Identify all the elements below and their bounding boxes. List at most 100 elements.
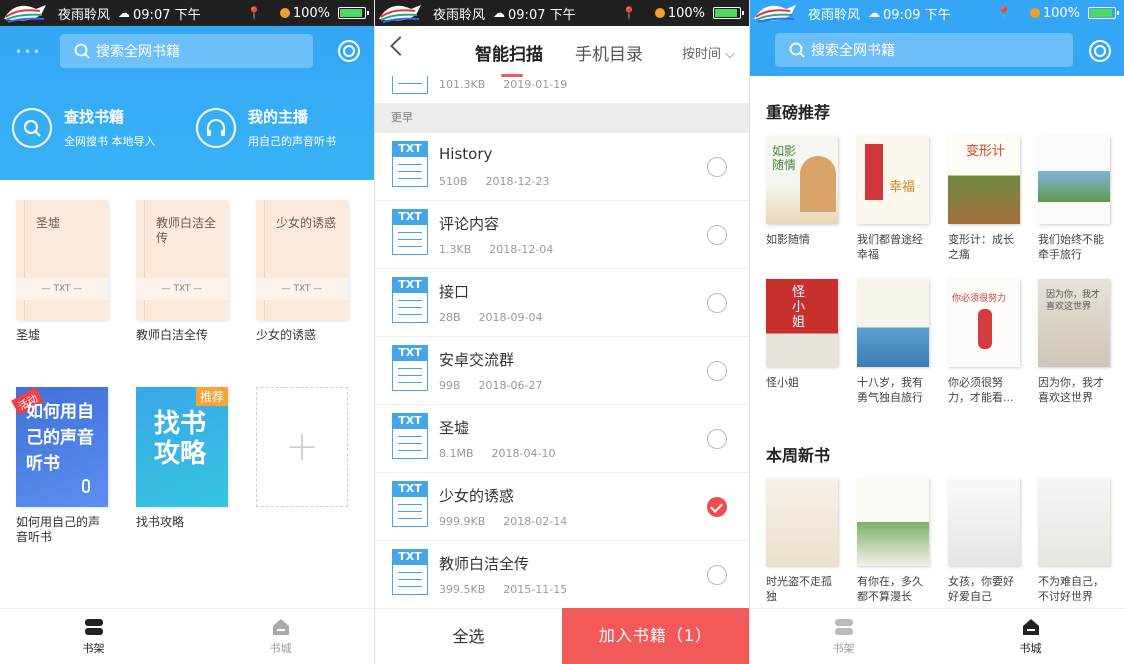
file-name: 圣墟 bbox=[439, 419, 470, 437]
txt-file-icon: TXT bbox=[392, 277, 428, 323]
book-cover bbox=[857, 279, 929, 367]
battery-percent: 100% bbox=[667, 5, 705, 21]
file-name: 教师白洁全传 bbox=[439, 555, 530, 573]
search-books-icon bbox=[12, 107, 52, 148]
file-date: 2018-04-10 bbox=[491, 447, 556, 460]
shelf-book[interactable]: 教师白洁全传 — TXT — 教师白洁全传 bbox=[136, 200, 228, 343]
cover-text: 你必须很努力 bbox=[952, 294, 1007, 304]
file-type-tag: TXT bbox=[392, 209, 428, 225]
select-all-button[interactable]: 全选 bbox=[375, 608, 562, 664]
file-size: 510B bbox=[439, 175, 468, 188]
store-book[interactable]: 有你在，多久都不算漫长 bbox=[857, 478, 929, 604]
add-to-books-button[interactable]: 加入书籍（1） bbox=[562, 608, 749, 664]
store-book[interactable]: 你必须很努力 你必须很努力，才能看... bbox=[948, 279, 1020, 405]
file-meta: 101.3KB 2019-01-19 bbox=[439, 78, 585, 91]
tab-bookstore[interactable]: 书城 bbox=[937, 609, 1124, 664]
file-size: 8.1MB bbox=[439, 447, 474, 460]
select-checkbox[interactable] bbox=[707, 225, 727, 245]
file-date: 2018-12-23 bbox=[485, 175, 550, 188]
book-name: 找书攻略 bbox=[136, 515, 185, 529]
book-cover: 因为你，我才喜欢这世界 bbox=[1038, 279, 1110, 367]
promo-book[interactable]: 推荐 找书攻略 找书攻略 bbox=[136, 387, 228, 530]
txt-file-icon: TXT bbox=[392, 209, 428, 255]
file-meta: 99B 2018-06-27 bbox=[439, 379, 560, 392]
file-row[interactable]: TXT 教师白洁全传 399.5KB 2015-11-15 bbox=[375, 541, 749, 609]
file-row[interactable]: TXT 圣墟 8.1MB 2018-04-10 bbox=[375, 405, 749, 473]
store-book[interactable]: 如影随情 如影随情 bbox=[766, 136, 838, 247]
store-book[interactable]: 幸福 我们都曾途经幸福 bbox=[857, 136, 929, 262]
book-cover bbox=[857, 478, 929, 566]
checked-checkbox[interactable] bbox=[707, 497, 727, 517]
file-name: 少女的诱惑 bbox=[439, 487, 515, 505]
file-size: 399.5KB bbox=[439, 583, 486, 596]
file-type-tag: TXT bbox=[392, 481, 428, 497]
file-date: 2019-01-19 bbox=[503, 78, 568, 91]
file-row[interactable]: TXT 少女的诱惑 999.9KB 2018-02-14 bbox=[375, 473, 749, 541]
shelf-book[interactable]: 少女的诱惑 — TXT — 少女的诱惑 bbox=[256, 200, 348, 343]
scan-bottom-bar: 全选 加入书籍（1） bbox=[375, 608, 749, 664]
store-book[interactable]: 我们始终不能牵手旅行 bbox=[1038, 136, 1110, 262]
bookshelf-screen: 夜雨聆风 ☁ 09:07 下午 📍 100% ··· 搜索全网书籍 查找书籍 全… bbox=[0, 0, 374, 664]
my-anchor-action[interactable]: 我的主播 用自己的声音听书 bbox=[196, 106, 336, 149]
status-time: 09:07 下午 bbox=[133, 7, 201, 23]
book-cover: 变形计 bbox=[948, 136, 1020, 224]
location-pin-icon: 📍 bbox=[246, 6, 262, 20]
book-cover bbox=[948, 478, 1020, 566]
sort-by-time-dropdown[interactable]: 按时间 ⌵ bbox=[682, 43, 735, 62]
file-type-tag: TXT bbox=[392, 277, 428, 293]
select-checkbox[interactable] bbox=[707, 429, 727, 449]
store-book[interactable]: 不为难自己，不讨好世界 bbox=[1038, 478, 1110, 604]
tab-phone-directory[interactable]: 手机目录 bbox=[575, 40, 643, 65]
store-book[interactable]: 变形计 变形计：成长之痛 bbox=[948, 136, 1020, 262]
promo-book[interactable]: 活动 如何用自己的声音听书 如何用自己的声音听书 bbox=[11, 386, 108, 545]
status-bar: 夜雨聆风 ☁ 09:09 下午 📍 100% bbox=[750, 0, 1124, 26]
more-menu-icon[interactable]: ··· bbox=[15, 42, 42, 64]
bottom-tab-bar: 书架 书城 bbox=[750, 608, 1124, 664]
file-row[interactable]: TXT History 510B 2018-12-23 bbox=[375, 133, 749, 201]
find-books-action[interactable]: 查找书籍 全网搜书 本地导入 bbox=[12, 106, 156, 149]
cover-text: 如影随情 bbox=[772, 144, 797, 172]
smart-scan-screen: 夜雨聆风 ☁ 09:07 下午 📍 100% 智能扫描 手机目录 按时间 ⌵ 1… bbox=[375, 0, 749, 664]
store-book[interactable]: 时光盗不走孤独 bbox=[766, 478, 838, 604]
txt-file-icon: TXT bbox=[392, 413, 428, 459]
tab-bookshelf[interactable]: 书架 bbox=[0, 609, 187, 664]
select-checkbox[interactable] bbox=[707, 157, 727, 177]
select-checkbox[interactable] bbox=[707, 565, 727, 585]
scan-icon[interactable] bbox=[1089, 40, 1111, 62]
search-bar[interactable]: 搜索全网书籍 bbox=[60, 34, 313, 68]
search-bar[interactable]: 搜索全网书籍 bbox=[775, 33, 1073, 67]
book-name: 我们都曾途经幸福 bbox=[857, 233, 923, 261]
select-checkbox[interactable] bbox=[707, 293, 727, 313]
add-book-button[interactable]: + bbox=[256, 387, 348, 507]
file-row[interactable]: TXT 评论内容 1.3KB 2018-12-04 bbox=[375, 201, 749, 269]
book-name: 时光盗不走孤独 bbox=[766, 575, 832, 603]
book-cover bbox=[766, 478, 838, 566]
partial-file-row[interactable]: 101.3KB 2019-01-19 bbox=[375, 76, 749, 103]
select-checkbox[interactable] bbox=[707, 361, 727, 381]
book-name: 教师白洁全传 bbox=[136, 328, 209, 342]
book-cover: 你必须很努力 bbox=[948, 279, 1020, 367]
tab-bookshelf-label: 书架 bbox=[82, 641, 105, 655]
file-meta: 510B 2018-12-23 bbox=[439, 175, 567, 188]
shelf-book[interactable]: 圣墟 — TXT — 圣墟 bbox=[16, 200, 108, 343]
book-name: 如影随情 bbox=[766, 233, 810, 246]
store-book[interactable]: 十八岁，我有勇气独自旅行 bbox=[857, 279, 929, 405]
search-icon bbox=[789, 42, 805, 58]
search-placeholder: 搜索全网书籍 bbox=[96, 44, 180, 60]
status-dot-icon bbox=[1029, 8, 1040, 18]
scan-icon[interactable] bbox=[338, 40, 360, 62]
tab-smart-scan[interactable]: 智能扫描 bbox=[475, 40, 543, 77]
file-row[interactable]: TXT 安卓交流群 99B 2018-06-27 bbox=[375, 337, 749, 405]
shelf-header: ··· 搜索全网书籍 查找书籍 全网搜书 本地导入 我的主播 用自己的声音听书 bbox=[0, 26, 374, 180]
tab-bookshelf-label: 书架 bbox=[832, 641, 855, 655]
cover-format: — TXT — bbox=[256, 278, 348, 300]
battery-percent: 100% bbox=[1042, 5, 1080, 21]
book-name: 你必须很努力，才能看... bbox=[948, 376, 1014, 404]
tab-bookshelf[interactable]: 书架 bbox=[750, 609, 937, 664]
file-row[interactable]: TXT 接口 28B 2018-09-04 bbox=[375, 269, 749, 337]
back-arrow-icon[interactable] bbox=[390, 36, 410, 56]
store-book[interactable]: 怪小姐 怪小姐 bbox=[766, 279, 838, 390]
store-book[interactable]: 女孩，你要好好爱自己 bbox=[948, 478, 1020, 604]
tab-bookstore[interactable]: 书城 bbox=[187, 609, 374, 664]
store-book[interactable]: 因为你，我才喜欢这世界 因为你，我才喜欢这世界 bbox=[1038, 279, 1110, 405]
